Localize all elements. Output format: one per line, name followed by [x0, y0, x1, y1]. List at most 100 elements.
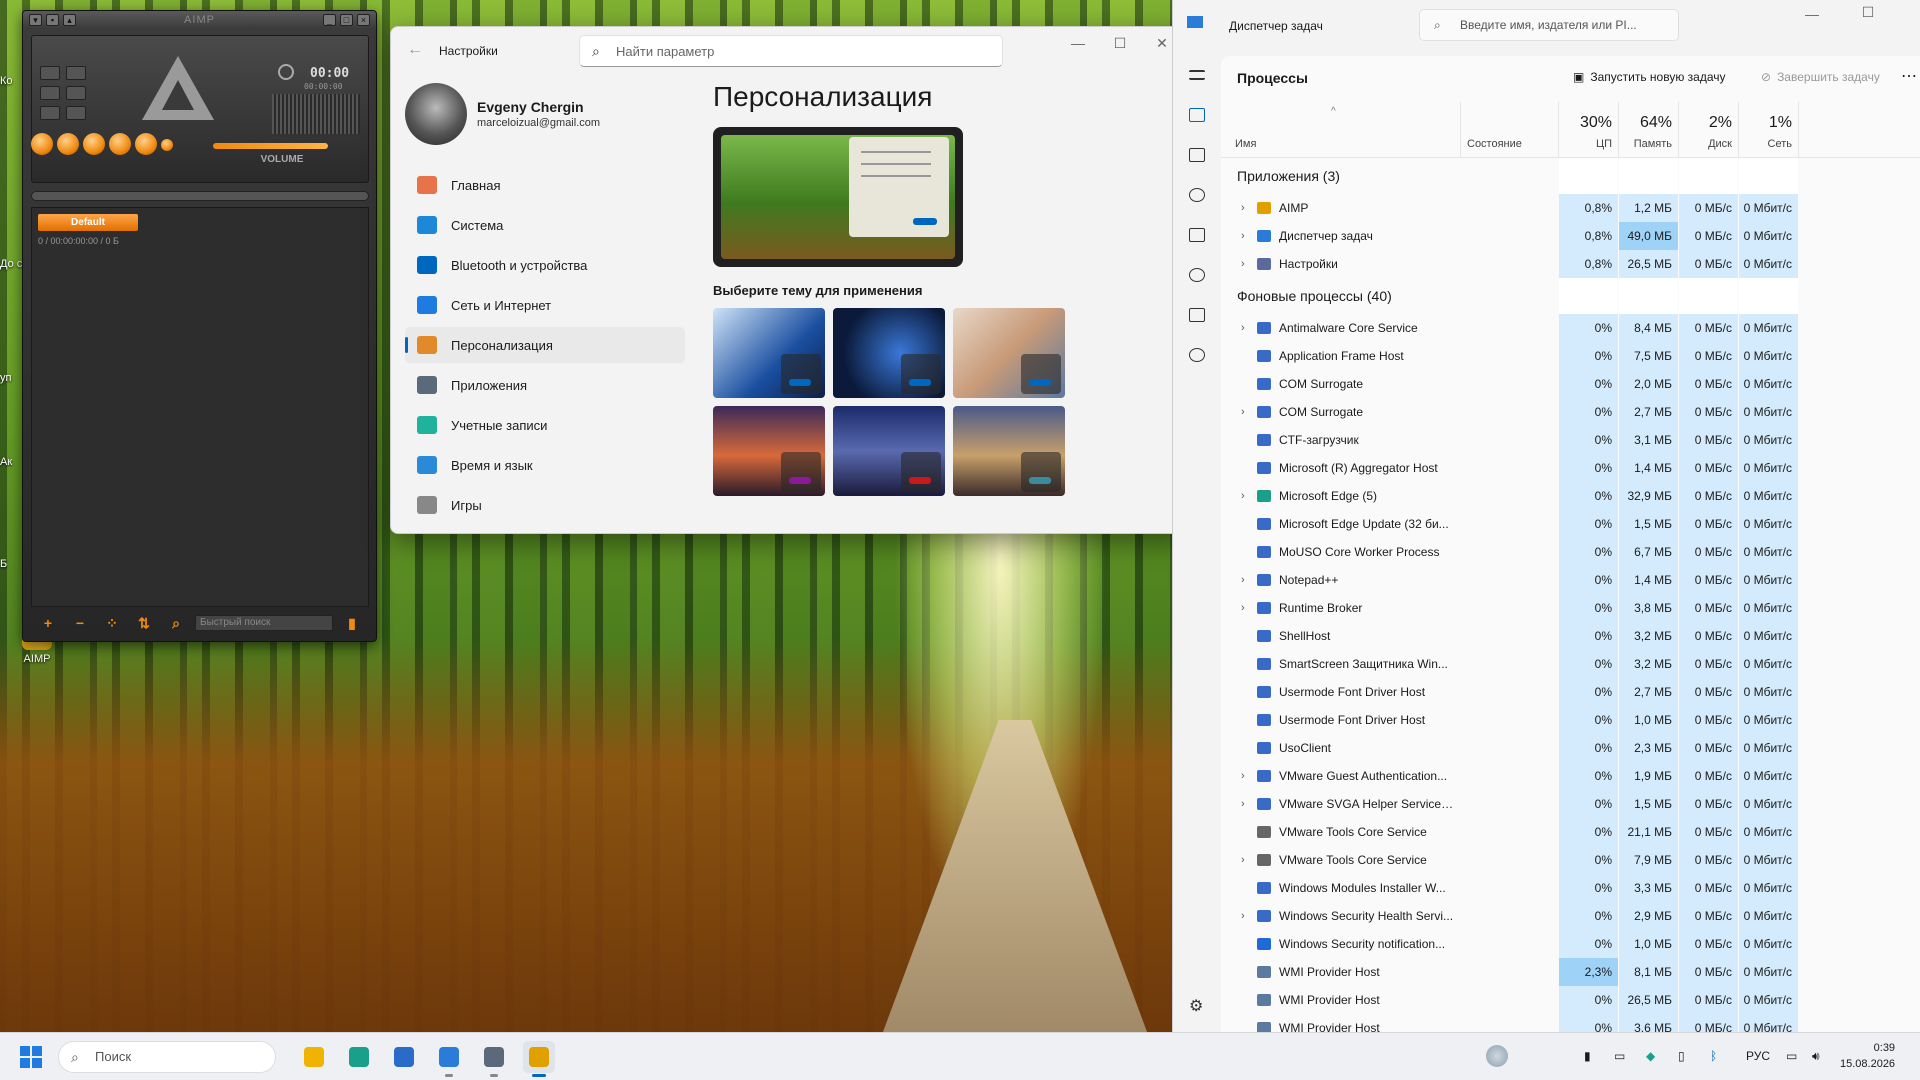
aimp-menu-button[interactable]: ▾ — [29, 14, 42, 26]
aimp-options-button[interactable]: ▴ — [63, 14, 76, 26]
table-row[interactable]: › VMware Guest Authentication... 0% 1,9 МБ 0… — [1221, 762, 1920, 790]
table-row[interactable]: › Microsoft Edge (5) 0% 32,9 МБ 0 МБ/с 0 Мбит… — [1221, 482, 1920, 510]
file-icon[interactable]: ▮ — [339, 614, 365, 632]
aimp-volume-slider[interactable] — [213, 143, 328, 149]
startup-icon[interactable] — [1189, 228, 1205, 242]
aimp-tray-button[interactable]: □ — [340, 14, 353, 26]
table-row[interactable]: Usermode Font Driver Host 0% 1,0 МБ 0 МБ/с 0… — [1221, 706, 1920, 734]
nav-item[interactable]: Время и язык — [405, 447, 685, 483]
nav-item[interactable]: Bluetooth и устройства — [405, 247, 685, 283]
chevron-right-icon[interactable]: › — [1241, 566, 1245, 594]
minimize-icon[interactable]: — — [1059, 35, 1097, 51]
table-row[interactable]: ShellHost 0% 3,2 МБ 0 МБ/с 0 Мбит/с — [1221, 622, 1920, 650]
nav-item[interactable]: Приложения — [405, 367, 685, 403]
aimp-ab-button[interactable] — [40, 66, 60, 80]
table-row[interactable]: UsoClient 0% 2,3 МБ 0 МБ/с 0 Мбит/с — [1221, 734, 1920, 762]
taskbar-app[interactable] — [433, 1041, 465, 1077]
aimp-seek-bar[interactable] — [31, 191, 369, 201]
nav-item[interactable]: Сеть и Интернет — [405, 287, 685, 323]
processes-icon[interactable] — [1189, 108, 1205, 122]
table-row[interactable]: › VMware Tools Core Service 0% 7,9 МБ 0 МБ/с… — [1221, 846, 1920, 874]
nav-item[interactable]: Учетные записи — [405, 407, 685, 443]
chevron-right-icon[interactable]: › — [1241, 762, 1245, 790]
services-icon[interactable] — [1189, 348, 1205, 362]
group-header[interactable]: Фоновые процессы (40) — [1221, 278, 1920, 314]
theme-tile[interactable] — [953, 406, 1065, 496]
table-row[interactable]: › Windows Security Health Servi... 0% 2,9 М… — [1221, 902, 1920, 930]
aimp-minimize-button[interactable]: _ — [323, 14, 336, 26]
avatar[interactable] — [405, 83, 467, 145]
table-row[interactable]: CTF-загрузчик 0% 3,1 МБ 0 МБ/с 0 Мбит/с — [1221, 426, 1920, 454]
misc-icon[interactable]: ⁘ — [99, 614, 125, 632]
table-row[interactable]: COM Surrogate 0% 2,0 МБ 0 МБ/с 0 Мбит/с — [1221, 370, 1920, 398]
table-row[interactable]: › AIMP 0,8% 1,2 МБ 0 МБ/с 0 Мбит/с — [1221, 194, 1920, 222]
sort-icon[interactable]: ⇅ — [131, 614, 157, 632]
col-cpu[interactable]: 30% ЦП — [1559, 102, 1619, 158]
maximize-icon[interactable]: ☐ — [1849, 4, 1887, 21]
network-icon[interactable]: ▭ — [1786, 1049, 1797, 1063]
maximize-icon[interactable]: ☐ — [1101, 35, 1139, 52]
usb-icon[interactable]: ▯ — [1678, 1049, 1685, 1063]
taskbar-search[interactable]: ⌕ Поиск — [58, 1041, 276, 1073]
weather-icon[interactable] — [1486, 1045, 1508, 1067]
table-row[interactable]: SmartScreen Защитника Win... 0% 3,2 МБ 0 МБ… — [1221, 650, 1920, 678]
vmware-tray-icon[interactable]: ▭ — [1614, 1049, 1625, 1063]
add-icon[interactable]: + — [35, 614, 61, 632]
language-indicator[interactable]: РУС — [1746, 1049, 1770, 1063]
chevron-right-icon[interactable]: › — [1241, 222, 1245, 250]
taskbar-app[interactable] — [388, 1041, 420, 1073]
table-row[interactable]: › Диспетчер задач 0,8% 49,0 МБ 0 МБ/с 0 Мбит/… — [1221, 222, 1920, 250]
table-row[interactable]: MoUSO Core Worker Process 0% 6,7 МБ 0 МБ/с 0… — [1221, 538, 1920, 566]
chevron-right-icon[interactable]: › — [1241, 194, 1245, 222]
table-row[interactable]: WMI Provider Host 0% 26,5 МБ 0 МБ/с 0 Мбит/с — [1221, 986, 1920, 1014]
aimp-open-button[interactable] — [161, 139, 173, 151]
theme-tile[interactable] — [713, 308, 825, 398]
aimp-playlist-tab[interactable]: Default — [38, 214, 138, 231]
taskbar-app[interactable] — [478, 1041, 510, 1077]
aimp-stop-button[interactable] — [109, 133, 131, 155]
aimp-next-button[interactable] — [135, 133, 157, 155]
run-task-button[interactable]: ▣ Запустить новую задачу — [1573, 70, 1726, 84]
table-row[interactable]: › Antimalware Core Service 0% 8,4 МБ 0 МБ/с 0… — [1221, 314, 1920, 342]
chevron-right-icon[interactable]: › — [1241, 250, 1245, 278]
table-row[interactable]: Windows Modules Installer W... 0% 3,3 МБ 0 … — [1221, 874, 1920, 902]
nav-item[interactable]: Система — [405, 207, 685, 243]
col-mem[interactable]: 64% Память — [1619, 102, 1679, 158]
taskbar-app[interactable] — [343, 1041, 375, 1073]
chevron-right-icon[interactable]: › — [1241, 314, 1245, 342]
more-options-icon[interactable]: ⋯ — [1901, 66, 1917, 86]
chevron-right-icon[interactable]: › — [1241, 846, 1245, 874]
volume-icon[interactable]: 🔊︎ — [1812, 1049, 1820, 1064]
search-icon[interactable]: ⌕ — [163, 614, 189, 632]
theme-tile[interactable] — [833, 406, 945, 496]
theme-tile[interactable] — [713, 406, 825, 496]
table-row[interactable]: Microsoft (R) Aggregator Host 0% 1,4 МБ 0 М… — [1221, 454, 1920, 482]
tray-icon[interactable]: ▮ — [1584, 1049, 1591, 1063]
users-icon[interactable] — [1189, 268, 1205, 282]
aimp-eq-button[interactable] — [66, 66, 86, 80]
col-disk[interactable]: 2% Диск — [1679, 102, 1739, 158]
aimp-shuffle-button[interactable] — [66, 86, 86, 100]
aimp-playlist-button[interactable] — [40, 86, 60, 100]
nav-item[interactable]: Персонализация — [405, 327, 685, 363]
tm-search-input[interactable]: ⌕ Введите имя, издателя или PI... — [1419, 9, 1679, 41]
nav-item[interactable]: Главная — [405, 167, 685, 203]
col-status[interactable]: Состояние — [1461, 102, 1559, 158]
table-row[interactable]: › VMware SVGA Helper Service (... 0% 1,5 МБ… — [1221, 790, 1920, 818]
table-row[interactable]: › Notepad++ 0% 1,4 МБ 0 МБ/с 0 Мбит/с — [1221, 566, 1920, 594]
chevron-right-icon[interactable]: › — [1241, 790, 1245, 818]
chevron-right-icon[interactable]: › — [1241, 594, 1245, 622]
chevron-right-icon[interactable]: › — [1241, 482, 1245, 510]
col-name[interactable]: ^ Имя — [1221, 102, 1461, 158]
table-row[interactable]: Microsoft Edge Update (32 би... 0% 1,5 МБ 0… — [1221, 510, 1920, 538]
aimp-close-button[interactable]: × — [357, 14, 370, 26]
power-icon[interactable] — [278, 64, 294, 80]
table-row[interactable]: › Runtime Broker 0% 3,8 МБ 0 МБ/с 0 Мбит/с — [1221, 594, 1920, 622]
aimp-repeat-button[interactable] — [40, 106, 60, 120]
aimp-pause-button[interactable] — [83, 133, 105, 155]
theme-tile[interactable] — [833, 308, 945, 398]
table-row[interactable]: Usermode Font Driver Host 0% 2,7 МБ 0 МБ/с 0… — [1221, 678, 1920, 706]
back-arrow-icon[interactable]: ← — [407, 41, 423, 59]
aimp-titlebar[interactable]: ▾ ▪ ▴ AIMP _ □ × — [23, 11, 376, 29]
table-row[interactable]: › Настройки 0,8% 26,5 МБ 0 МБ/с 0 Мбит/с — [1221, 250, 1920, 278]
